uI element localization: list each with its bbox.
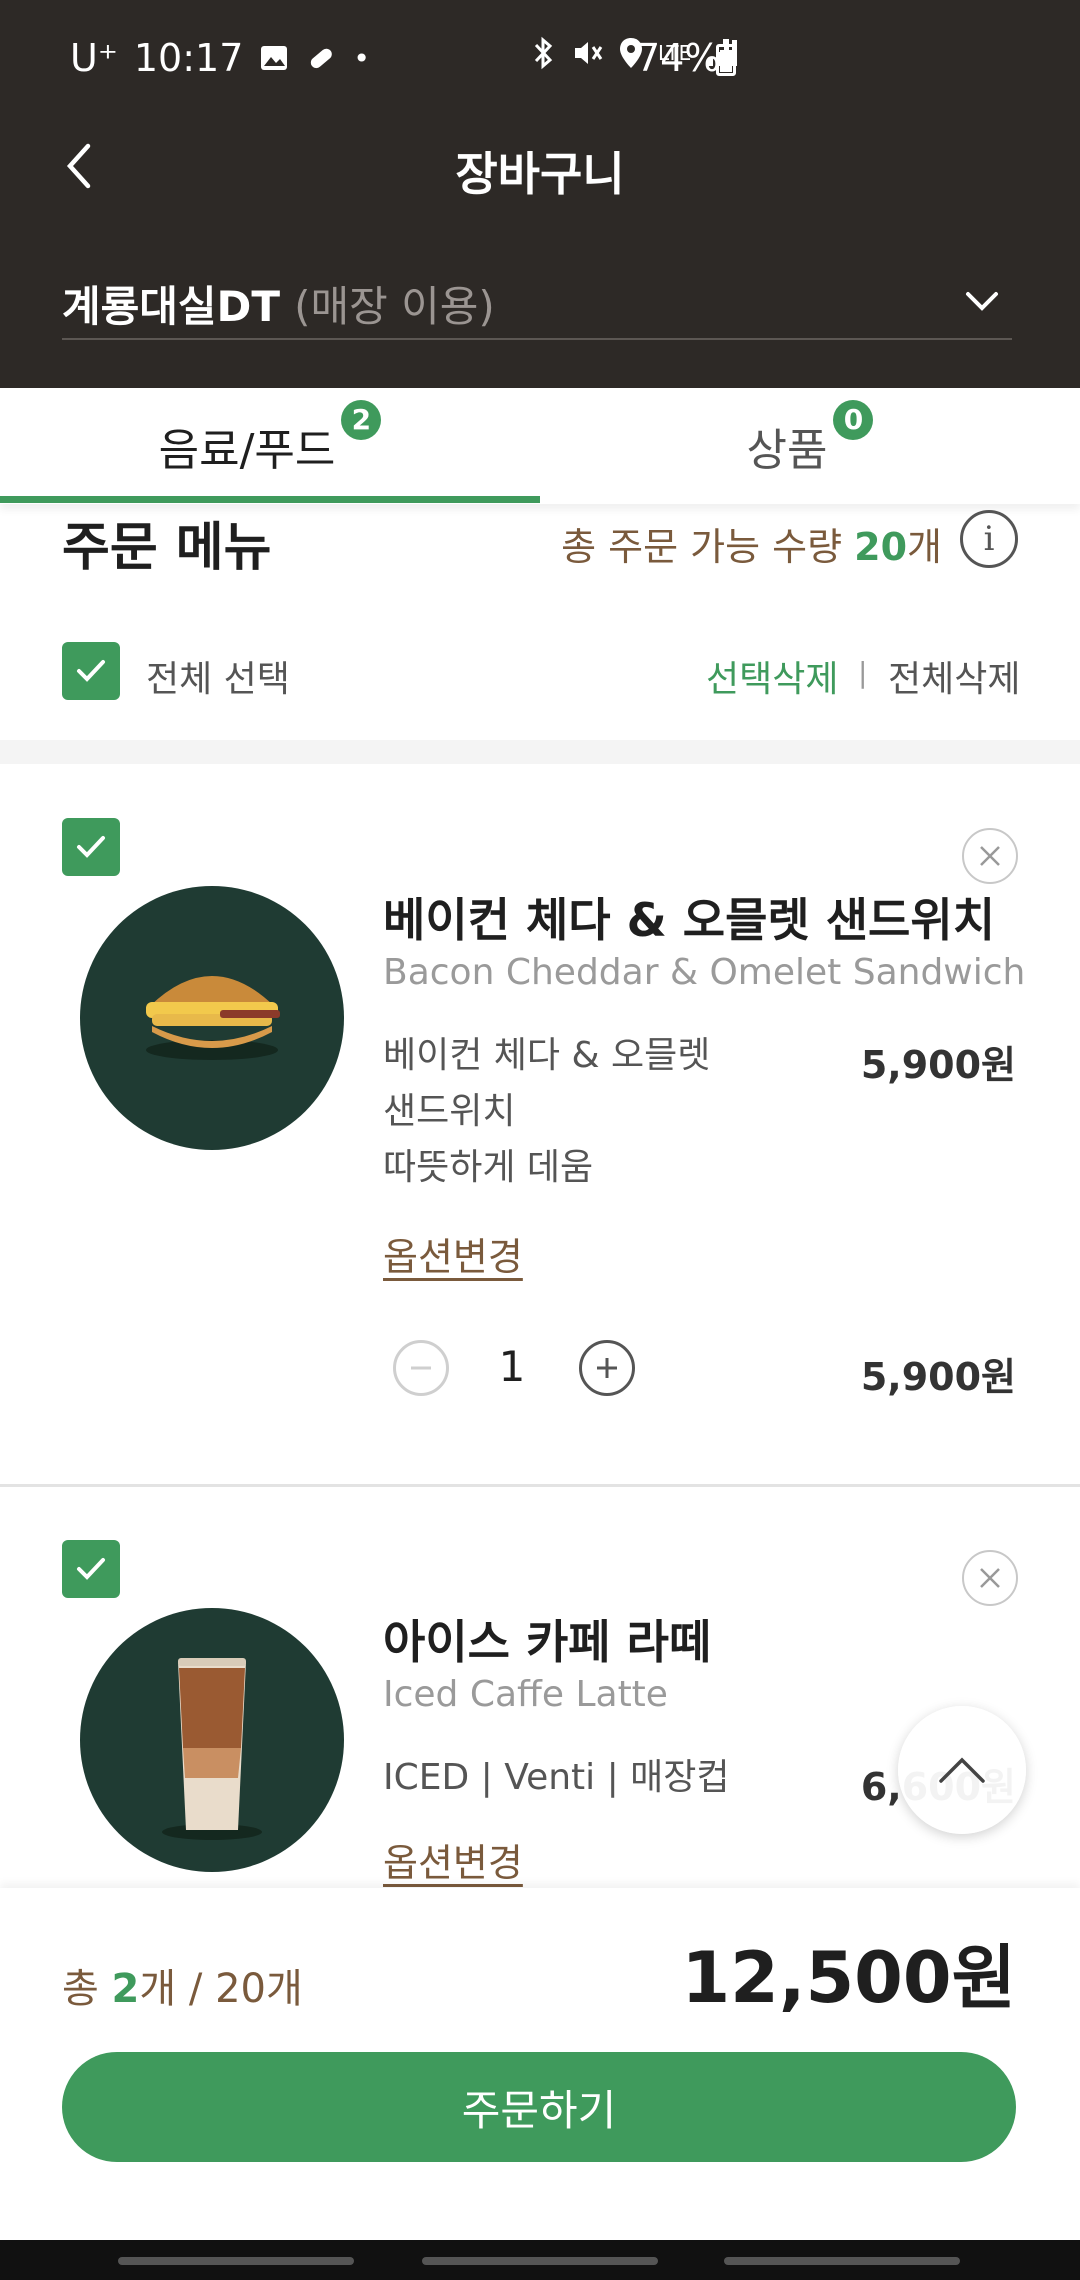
bluetooth-icon [534, 36, 553, 70]
item-name-english: Bacon Cheddar & Omelet Sandwich [383, 952, 1026, 993]
remove-item-button[interactable] [962, 828, 1018, 884]
delete-selected-button[interactable]: 선택삭제 [706, 650, 838, 702]
item-unit-price: 5,900원 [860, 1043, 1016, 1087]
separator: | [858, 656, 868, 689]
item-line-total: 5,900원 [860, 1355, 1016, 1399]
limit-count: 20 [854, 525, 908, 569]
option-change-link[interactable]: 옵션변경 [383, 1226, 523, 1281]
item-options: 베이컨 체다 & 오믈렛 샌드위치 따뜻하게 데움 [383, 1028, 743, 1196]
clock: 10:17 [133, 36, 244, 80]
quantity-decrease-button[interactable] [393, 1340, 449, 1396]
info-icon[interactable]: i [960, 510, 1018, 568]
status-bar: U⁺ 10:17 • LTE 74% [0, 0, 1080, 120]
minus-icon [411, 1366, 431, 1370]
total-count: 총 2개 / 20개 [62, 1956, 303, 2014]
item-checkbox[interactable] [62, 1540, 120, 1598]
option-change-link[interactable]: 옵션변경 [383, 1832, 523, 1887]
system-nav-bar [0, 2240, 1080, 2280]
count-badge: 2 [341, 400, 382, 440]
latte-illustration [162, 1658, 262, 1840]
count-badge: 0 [833, 400, 874, 440]
chevron-down-icon [966, 292, 998, 311]
total-price: 12,500원 [681, 1937, 1016, 2019]
item-options: ICED | Venti | 매장컵 [383, 1750, 803, 1806]
option-line: 따뜻하게 데움 [383, 1147, 594, 1188]
check-icon [77, 1558, 105, 1580]
dot-icon: • [353, 41, 370, 75]
quantity-value: 1 [498, 1342, 526, 1391]
store-name: 계룡대실DT [62, 281, 281, 331]
remove-item-button[interactable] [962, 1550, 1018, 1606]
sandwich-illustration [146, 976, 280, 1060]
page-title: 장바구니 [455, 147, 625, 201]
tab-label: 음료/푸드 [158, 425, 336, 476]
check-icon [77, 660, 105, 682]
quantity-increase-button[interactable] [579, 1340, 635, 1396]
select-all-checkbox[interactable] [62, 642, 120, 700]
nav-back[interactable] [724, 2257, 960, 2265]
gallery-icon [261, 46, 288, 70]
battery-percent: 74% [636, 36, 721, 80]
tab-goods[interactable]: 상품 0 [540, 388, 1080, 504]
nav-recents[interactable] [118, 2257, 354, 2265]
close-icon [980, 846, 1000, 866]
limit-suffix: 개 [907, 525, 942, 569]
section-heading: 주문 메뉴 [62, 518, 272, 578]
item-name: 아이스 카페 라떼 [383, 1615, 712, 1669]
item-checkbox[interactable] [62, 818, 120, 876]
select-all-label: 전체 선택 [146, 659, 290, 700]
scroll-to-top-button[interactable] [898, 1706, 1026, 1834]
chevron-up-icon [939, 1757, 985, 1783]
order-limit-text: 총 주문 가능 수량 20개 [561, 516, 942, 571]
nav-home[interactable] [422, 2257, 658, 2265]
product-image-sandwich [80, 886, 344, 1150]
total-count-value: 2 [111, 1966, 140, 2012]
option-line: 베이컨 체다 & 오믈렛 [383, 1035, 711, 1076]
product-image-latte [80, 1608, 344, 1872]
pill-icon [311, 48, 333, 69]
app-header: U⁺ 10:17 • LTE 74% 장바구니 계룡대실DT (매장 이용) [0, 0, 1080, 388]
active-tab-indicator [0, 496, 540, 503]
tab-label: 상품 [746, 425, 828, 476]
tab-beverage-food[interactable]: 음료/푸드 2 [0, 388, 540, 504]
battery-icon [716, 39, 736, 76]
item-divider [0, 1484, 1080, 1487]
total-prefix: 총 [62, 1966, 112, 2012]
section-divider [0, 740, 1080, 764]
plus-icon [597, 1358, 617, 1378]
option-line: 샌드위치 [383, 1091, 516, 1132]
category-tabs: 음료/푸드 2 상품 0 [0, 388, 1080, 504]
limit-prefix: 총 주문 가능 수량 [561, 525, 855, 569]
order-button[interactable]: 주문하기 [62, 2052, 1016, 2162]
close-icon [980, 1568, 1000, 1588]
item-name: 베이컨 체다 & 오믈렛 샌드위치 [383, 893, 996, 947]
check-icon [77, 836, 105, 858]
delete-all-button[interactable]: 전체삭제 [888, 650, 1020, 702]
mute-icon [575, 42, 603, 64]
carrier-label: U⁺ [70, 36, 118, 80]
total-suffix: 개 / 20개 [139, 1966, 303, 2012]
status-left: U⁺ 10:17 • [70, 36, 370, 80]
store-selector[interactable]: 계룡대실DT (매장 이용) [62, 268, 1012, 340]
order-footer: 총 2개 / 20개 12,500원 주문하기 [0, 1888, 1080, 2240]
option-line: ICED | Venti | 매장컵 [383, 1757, 730, 1798]
store-mode: (매장 이용) [294, 281, 495, 331]
item-name-english: Iced Caffe Latte [383, 1674, 668, 1715]
